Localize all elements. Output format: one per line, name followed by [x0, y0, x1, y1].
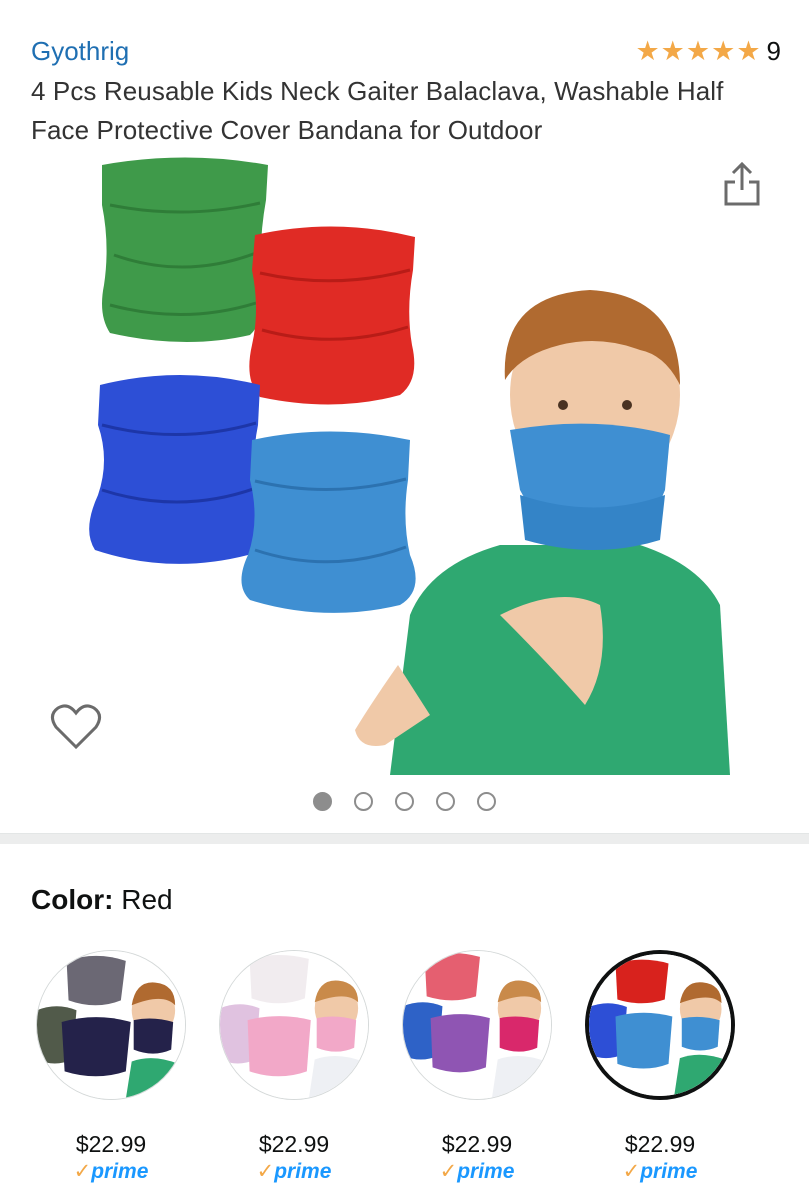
prime-check-icon: ✓ — [439, 1160, 458, 1183]
color-swatch-pastel[interactable]: $22.99 ✓prime — [209, 950, 379, 1184]
pagination-dot[interactable] — [395, 792, 414, 811]
royal-blue-gaiter-image — [89, 375, 263, 564]
green-gaiter-image — [102, 157, 268, 343]
product-title: 4 Pcs Reusable Kids Neck Gaiter Balaclav… — [31, 76, 724, 145]
swatch-price: $22.99 — [624, 1131, 696, 1157]
share-icon[interactable] — [722, 160, 762, 210]
star-icon: ★ — [635, 36, 660, 66]
product-gallery[interactable] — [0, 145, 809, 785]
color-selection-label: Color: Red — [31, 884, 173, 916]
swatch-price: $22.99 — [75, 1131, 147, 1157]
pagination-dot[interactable] — [477, 792, 496, 811]
swatch-image — [402, 950, 552, 1100]
prime-check-icon: ✓ — [73, 1160, 92, 1183]
color-swatch-red-selected[interactable]: $22.99 ✓prime — [575, 950, 745, 1184]
pagination-dot[interactable] — [313, 792, 332, 811]
swatch-image — [219, 950, 369, 1100]
color-swatch-warm[interactable]: $22.99 ✓prime — [392, 950, 562, 1184]
swatch-price: $22.99 — [258, 1131, 330, 1157]
color-swatch-dark[interactable]: $22.99 ✓prime — [26, 950, 196, 1184]
star-icon: ★ — [685, 36, 711, 66]
red-gaiter-image — [249, 226, 415, 405]
rating-stars: ★ ★ ★ ★ ★ — [635, 38, 760, 65]
color-label-value: Red — [121, 884, 173, 915]
section-divider — [0, 833, 809, 844]
prime-check-icon: ✓ — [622, 1160, 641, 1183]
prime-badge: ✓prime — [256, 1160, 332, 1183]
color-swatches: $22.99 ✓prime $22.99 ✓prime $22.99 ✓prim… — [0, 950, 809, 1200]
product-image[interactable] — [80, 145, 730, 775]
rating-count: 9 — [766, 36, 781, 66]
pagination-dot[interactable] — [354, 792, 373, 811]
swatch-image — [36, 950, 186, 1100]
star-icon: ★ — [660, 36, 685, 66]
pagination-dot[interactable] — [436, 792, 455, 811]
prime-badge: ✓prime — [439, 1160, 515, 1183]
prime-badge: ✓prime — [73, 1160, 149, 1183]
star-icon: ★ — [711, 36, 736, 66]
prime-badge: ✓prime — [622, 1160, 698, 1183]
color-label-key: Color: — [31, 884, 114, 915]
light-blue-gaiter-image — [241, 431, 416, 613]
rating[interactable]: ★ ★ ★ ★ ★ 9 — [635, 36, 781, 67]
brand-link[interactable]: Gyothrig — [31, 36, 129, 67]
gallery-pagination — [0, 792, 809, 811]
prime-check-icon: ✓ — [256, 1160, 275, 1183]
star-icon: ★ — [736, 36, 761, 66]
swatch-image — [585, 950, 735, 1100]
swatch-price: $22.99 — [441, 1131, 513, 1157]
wishlist-heart-icon[interactable] — [50, 703, 102, 751]
